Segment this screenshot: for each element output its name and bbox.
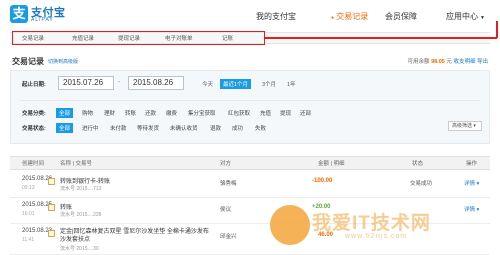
row-name[interactable]: 定金|回忆森林复古双星 雪尼尔沙发坐垫 全棉卡通沙发布 沙发套扶点 <box>60 228 210 244</box>
row-name[interactable]: 转账到银行卡-转账 <box>60 176 110 185</box>
row-detail-link[interactable]: 详情 ▾ <box>464 205 479 213</box>
category-transfer[interactable]: 转账 <box>125 109 136 117</box>
logo-en-text: ALIPAY <box>31 17 54 23</box>
col-amount: 金额 | 明细 <box>318 161 345 167</box>
filter-divider <box>20 100 480 101</box>
col-action: 操作 <box>466 161 478 167</box>
row-status: 交易成功 <box>410 181 433 187</box>
watermark-text: 我爱IT技术网 <box>312 213 431 234</box>
row-name[interactable]: 转账 <box>60 202 72 211</box>
row-party: 侯议 <box>220 207 232 213</box>
date-separator: - <box>118 79 121 86</box>
category-recharge[interactable]: 充值 <box>260 109 271 117</box>
range-1-year[interactable]: 1年 <box>287 80 296 88</box>
status-label: 交易状态: <box>22 126 46 132</box>
row-serial: 流水号 2015....30 <box>60 246 99 252</box>
balance-value: 98.05 <box>431 59 445 65</box>
category-shopping[interactable]: 购物 <box>82 109 93 117</box>
nav-app-center[interactable]: 应用中心 ▼ <box>446 11 485 22</box>
row-amount: -100.00 <box>312 178 333 184</box>
annotation-arrow-riser <box>496 21 498 38</box>
status-in-progress[interactable]: 进行中 <box>82 124 99 132</box>
row-party: 邱金兴 <box>220 234 237 240</box>
range-today[interactable]: 今天 <box>202 80 213 88</box>
row-time: 09:13 <box>22 185 35 191</box>
income-detail-link[interactable]: 收支明细 <box>453 59 475 65</box>
range-3-months[interactable]: 3个月 <box>262 80 276 88</box>
category-refund[interactable]: 还部 <box>300 109 311 117</box>
nav-my-alipay[interactable]: 我的支付宝 <box>256 11 296 22</box>
chevron-down-icon: ▾ <box>476 207 480 213</box>
status-failed[interactable]: 失败 <box>255 124 266 132</box>
row-serial: 流水号 2015....713 <box>60 186 102 192</box>
transfer-icon <box>48 178 55 185</box>
start-date-input[interactable]: 2015.07.26 <box>58 76 114 90</box>
watermark-logo <box>270 205 310 245</box>
col-status: 状态 <box>412 161 424 167</box>
status-all[interactable]: 全部 <box>56 123 74 133</box>
row-serial: 流水号 2015....228 <box>60 212 102 218</box>
chevron-down-icon: ▼ <box>480 15 485 21</box>
alipay-logo[interactable]: 支 支付宝 ALIPAY <box>10 4 70 26</box>
page-title: 交易记录 <box>12 57 44 66</box>
status-refund[interactable]: 退款 <box>210 124 221 132</box>
shopping-icon <box>48 230 55 237</box>
status-unconfirmed[interactable]: 未确认收货 <box>170 124 198 132</box>
nav-member-protection[interactable]: 会员保障 <box>385 11 417 22</box>
status-awaiting-shipment[interactable]: 等待发货 <box>137 124 159 132</box>
col-party: 对方 <box>220 161 232 167</box>
col-name: 名称 | 交易号 <box>60 161 92 167</box>
row-time: 16:01 <box>22 211 35 217</box>
end-date-input[interactable]: 2015.08.26 <box>128 76 184 90</box>
annotation-box <box>12 31 265 45</box>
switch-advanced-link[interactable]: 切换到高级版 <box>48 58 78 65</box>
chevron-down-icon: ▾ <box>473 123 476 129</box>
chevron-down-icon: ▾ <box>476 181 480 187</box>
category-repay[interactable]: 还款 <box>145 109 156 117</box>
nav-transactions[interactable]: ● 交易记录 <box>331 11 368 22</box>
category-finance[interactable]: 理财 <box>104 109 115 117</box>
status-unpaid[interactable]: 未付款 <box>110 124 127 132</box>
header: 支 支付宝 ALIPAY 我的支付宝 ● 交易记录 会员保障 应用中心 ▼ <box>0 0 500 32</box>
category-all[interactable]: 全部 <box>56 108 74 118</box>
category-redpacket[interactable]: 红包获取 <box>228 109 250 117</box>
watermark-url: www.52itjs.com <box>345 233 408 240</box>
category-bill[interactable]: 缴费 <box>166 109 177 117</box>
col-created: 创建时间 <box>22 161 45 167</box>
status-success[interactable]: 成功 <box>232 124 243 132</box>
export-link[interactable]: 导出 <box>477 59 488 65</box>
transfer-icon <box>48 204 55 211</box>
balance-summary: 可用余额 98.05 元 收支明细 导出 <box>407 59 488 65</box>
category-label: 交易分类: <box>22 111 46 117</box>
range-1-month[interactable]: 最近1个月 <box>220 79 252 89</box>
date-label: 起止日期: <box>22 82 46 88</box>
category-points[interactable]: 集分宝获取 <box>188 109 216 117</box>
annotation-arrow-line <box>265 37 497 39</box>
row-time: 11:41 <box>22 237 35 243</box>
alipay-logo-icon: 支 <box>10 5 28 23</box>
row-party: 骆秀梅 <box>220 181 237 187</box>
category-withdraw[interactable]: 提现 <box>280 109 291 117</box>
advanced-filter-button[interactable]: 高级筛选 ▾ <box>448 121 482 131</box>
row-detail-link[interactable]: 详情 ▾ <box>464 179 479 187</box>
